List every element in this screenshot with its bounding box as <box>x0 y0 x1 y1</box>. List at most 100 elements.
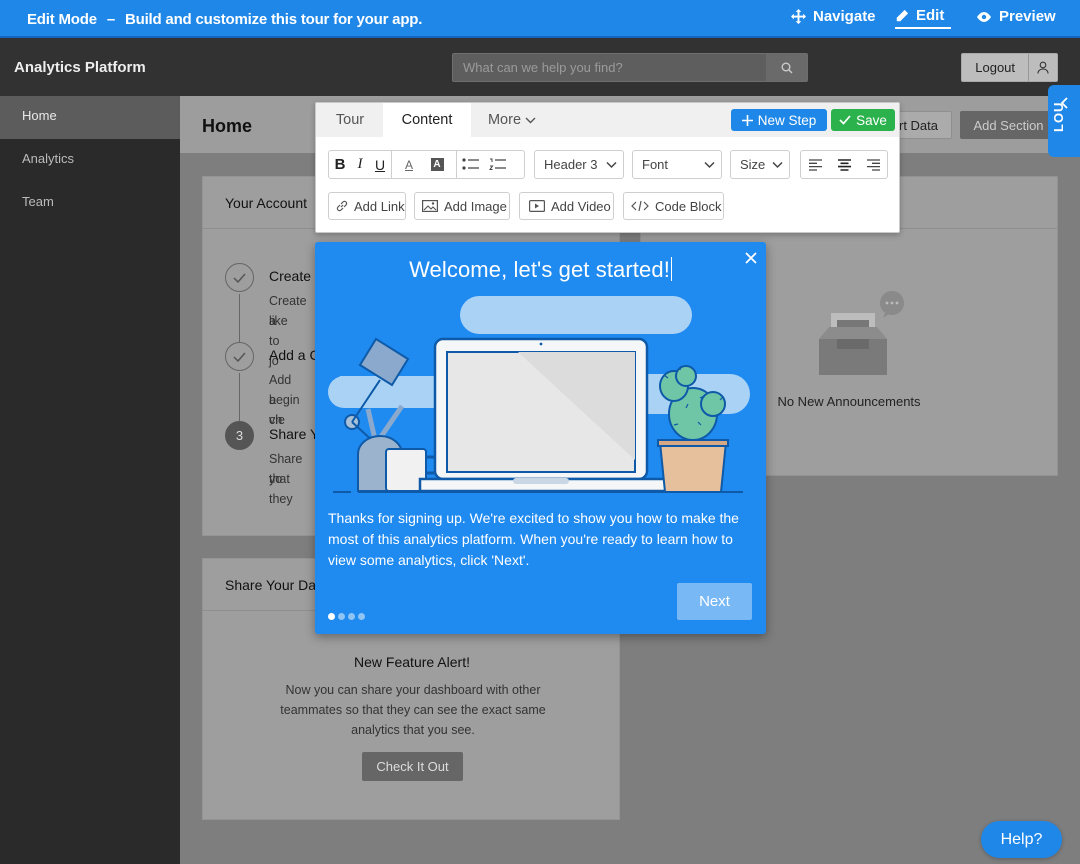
font-select[interactable]: Font <box>632 150 722 179</box>
logout-label: Logout <box>975 60 1016 75</box>
bullet-list-button[interactable] <box>457 151 484 178</box>
step-connector <box>239 373 240 421</box>
add-video-button[interactable]: Add Video <box>519 192 614 220</box>
tour-body-text[interactable]: Thanks for signing up. We're excited to … <box>328 508 753 571</box>
feature-description: Now you can share your dashboard with ot… <box>280 683 546 737</box>
align-center-button[interactable] <box>830 151 859 178</box>
close-icon[interactable] <box>743 250 759 266</box>
save-label: Save <box>856 112 887 128</box>
align-toolbar <box>800 150 888 179</box>
add-image-label: Add Image <box>444 198 507 214</box>
highlight-button[interactable]: A <box>426 151 448 178</box>
mode-separator: – <box>106 11 115 28</box>
bold-button[interactable]: B <box>329 151 351 178</box>
sidebar-item-home[interactable]: Home <box>0 96 180 139</box>
add-video-label: Add Video <box>551 198 611 214</box>
mode-title: Edit Mode <box>27 11 97 28</box>
align-left-icon <box>809 158 822 171</box>
align-left-button[interactable] <box>801 151 830 178</box>
tab-more-label: More <box>487 112 522 128</box>
size-select[interactable]: Size <box>730 150 790 179</box>
progress-dot <box>358 613 365 620</box>
align-right-icon <box>866 158 880 171</box>
code-block-button[interactable]: Code Block <box>623 192 724 220</box>
edit-label: Edit <box>916 7 945 24</box>
underline-button[interactable]: U <box>369 151 391 178</box>
progress-dot <box>348 613 355 620</box>
progress-dot <box>328 613 335 620</box>
app-brand: Analytics Platform <box>14 59 146 76</box>
header-select[interactable]: Header 3 <box>534 150 624 179</box>
step-connector <box>239 294 240 342</box>
edit-mode-label: Edit Mode – Build and customize this tou… <box>27 11 422 28</box>
inbox-icon <box>819 291 904 375</box>
italic-button[interactable]: I <box>351 151 369 178</box>
pencil-icon <box>896 9 909 21</box>
format-toolbar: B I U A A <box>328 150 525 179</box>
plus-icon <box>741 114 753 126</box>
video-icon <box>529 200 545 212</box>
add-image-button[interactable]: Add Image <box>414 192 510 220</box>
font-color-icon: A <box>404 157 413 172</box>
chevron-down-icon <box>772 161 783 169</box>
tab-more[interactable]: More <box>479 103 545 137</box>
tour-step-modal: Welcome, let's get started! Thanks for s… <box>315 242 766 634</box>
sidebar-item-analytics[interactable]: Analytics <box>0 139 180 182</box>
link-icon <box>336 200 348 212</box>
step-desc: that they <box>269 472 293 506</box>
save-button[interactable]: Save <box>831 109 895 131</box>
workspace-illustration <box>328 296 750 493</box>
search-icon <box>781 62 792 73</box>
user-icon <box>1028 54 1057 81</box>
tour-title-text: Welcome, let's get started! <box>409 257 670 282</box>
text-cursor <box>670 257 672 281</box>
check-icon <box>225 342 254 371</box>
preview-button[interactable]: Preview <box>976 8 1056 25</box>
lou-side-tab[interactable]: LOU <box>1048 85 1080 157</box>
font-select-value: Font <box>642 157 669 172</box>
feature-title: New Feature Alert! <box>354 654 470 670</box>
edit-mode-bar: Edit Mode – Build and customize this tou… <box>0 0 1080 38</box>
eye-icon <box>977 11 991 22</box>
tour-title[interactable]: Welcome, let's get started! <box>315 257 766 283</box>
size-select-value: Size <box>740 157 766 172</box>
check-icon <box>225 263 254 292</box>
numbered-list-button[interactable] <box>484 151 511 178</box>
content-editor-panel: Tour Content More New Step Save B I U A … <box>315 102 900 233</box>
check-it-out-button[interactable]: Check It Out <box>362 752 463 781</box>
numbered-list-icon <box>489 158 506 170</box>
move-icon <box>791 9 806 24</box>
help-button[interactable]: Help? <box>981 821 1062 858</box>
mode-description: Build and customize this tour for your a… <box>124 11 423 28</box>
progress-dot <box>338 613 345 620</box>
add-link-label: Add Link <box>354 198 405 214</box>
search-input[interactable] <box>453 54 768 81</box>
editor-tabs: Tour Content More New Step Save <box>316 103 899 137</box>
font-color-button[interactable]: A <box>392 151 426 178</box>
logout-button[interactable]: Logout <box>961 53 1058 82</box>
navigate-label: Navigate <box>813 8 876 25</box>
new-step-button[interactable]: New Step <box>731 109 827 131</box>
navigate-button[interactable]: Navigate <box>791 8 876 25</box>
app-header: Analytics Platform Logout <box>0 38 1080 96</box>
highlight-icon: A <box>430 158 444 171</box>
align-right-button[interactable] <box>859 151 887 178</box>
chevron-down-icon <box>606 161 617 169</box>
next-button[interactable]: Next <box>677 583 752 620</box>
add-link-button[interactable]: Add Link <box>328 192 406 220</box>
align-center-icon <box>838 158 851 171</box>
code-icon <box>631 200 649 212</box>
search-button[interactable] <box>766 54 807 81</box>
step-progress-dots <box>328 613 365 620</box>
bullet-list-icon <box>462 158 479 170</box>
page-title: Home <box>202 116 253 136</box>
tab-tour[interactable]: Tour <box>320 103 380 137</box>
tab-content[interactable]: Content <box>383 103 471 137</box>
chevron-down-icon <box>704 161 715 169</box>
sidebar: Home Analytics Team <box>0 96 180 864</box>
sidebar-item-team[interactable]: Team <box>0 182 180 225</box>
add-section-button[interactable]: Add Section <box>960 111 1057 139</box>
edit-button[interactable]: Edit <box>895 7 951 29</box>
lou-label: LOU <box>1051 101 1066 132</box>
new-step-label: New Step <box>757 112 817 128</box>
